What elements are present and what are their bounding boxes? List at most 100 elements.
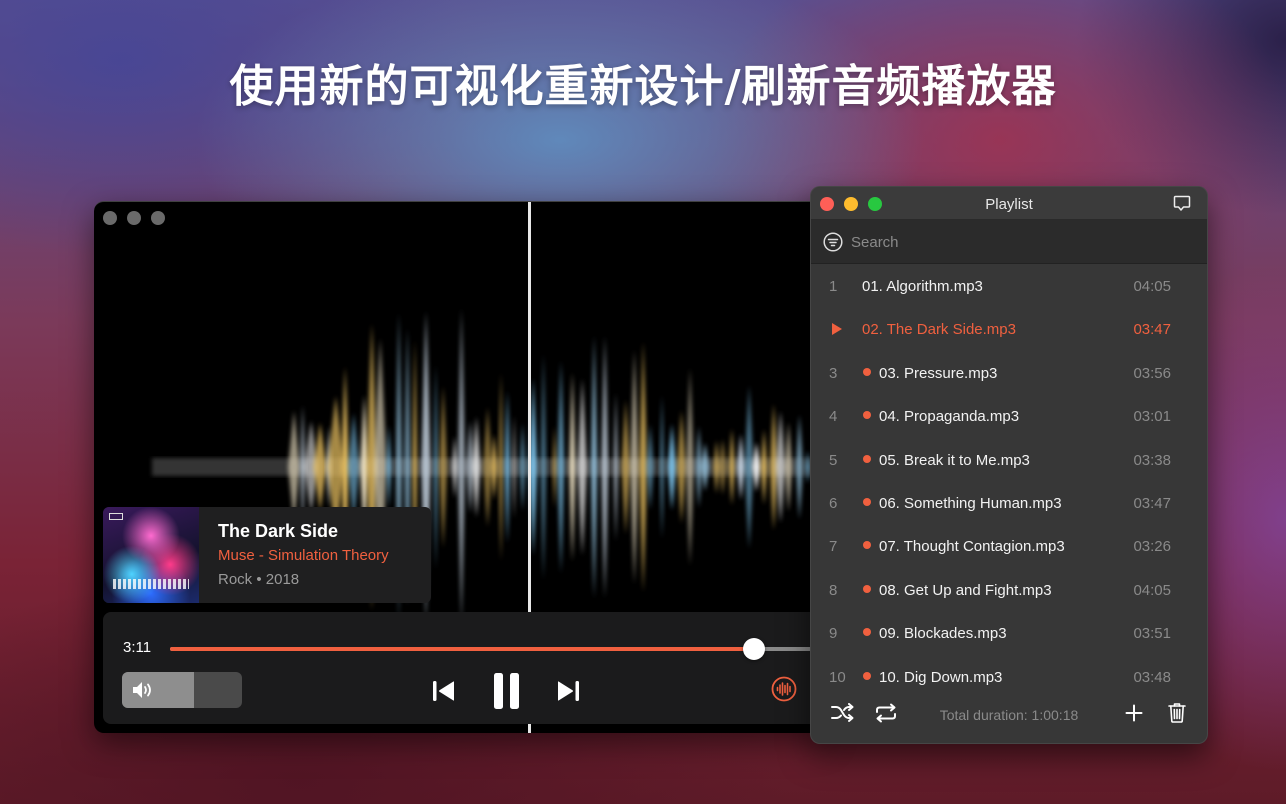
track-duration: 04:05 — [1133, 278, 1171, 295]
track-name: 09. Blockades.mp3 — [879, 625, 1007, 643]
waveform-spike — [439, 385, 448, 549]
plus-icon — [1125, 704, 1143, 722]
playlist-row[interactable]: 9 09. Blockades.mp3 03:51 — [811, 612, 1207, 655]
add-track-button[interactable] — [1125, 704, 1143, 727]
queued-indicator-icon — [863, 541, 871, 550]
waveform-spike — [386, 425, 392, 509]
queued-indicator-icon — [863, 411, 871, 420]
waveform-spike — [458, 308, 465, 626]
track-name: 03. Pressure.mp3 — [879, 364, 998, 382]
seek-bar-knob[interactable] — [743, 638, 766, 660]
album-title-art — [113, 579, 189, 589]
waveform-spike — [667, 423, 677, 511]
waveform-spike — [736, 433, 745, 501]
track-name: 08. Get Up and Fight.mp3 — [879, 581, 1052, 599]
track-name: 04. Propaganda.mp3 — [879, 408, 1020, 426]
filter-icon[interactable] — [823, 232, 843, 252]
waveform-spike — [498, 372, 504, 562]
playlist-row[interactable]: 6 06. Something Human.mp3 03:47 — [811, 482, 1207, 525]
volume-slider[interactable] — [122, 672, 242, 708]
search-input[interactable] — [851, 230, 1151, 254]
playlist-footer: Total duration: 1:00:18 — [811, 689, 1207, 743]
waveform-spike — [577, 378, 588, 556]
track-number: 10 — [829, 668, 846, 686]
playlist-row[interactable]: 02. The Dark Side.mp3 03:47 — [811, 308, 1207, 351]
now-playing-card: The Dark Side Muse - Simulation Theory R… — [103, 507, 431, 603]
elapsed-time: 3:11 — [123, 639, 152, 656]
waveform-spike — [630, 349, 639, 585]
playlist-row[interactable]: 4 04. Propaganda.mp3 03:01 — [811, 395, 1207, 438]
skip-next-icon — [558, 681, 579, 701]
playlist-row[interactable]: 1 01. Algorithm.mp3 04:05 — [811, 265, 1207, 308]
queued-indicator-icon — [863, 367, 871, 376]
window-controls — [103, 211, 165, 225]
waveform-spike — [639, 341, 648, 593]
trash-icon — [1168, 703, 1186, 723]
queued-indicator-icon — [863, 671, 871, 680]
track-artist-album[interactable]: Muse - Simulation Theory — [218, 547, 389, 571]
track-number: 3 — [829, 364, 838, 382]
waveform-spike — [700, 442, 710, 492]
queued-indicator-icon — [863, 584, 871, 593]
waveform-spike — [621, 399, 630, 535]
waveform-spike — [519, 422, 527, 512]
track-name: 06. Something Human.mp3 — [879, 494, 1062, 512]
track-title: The Dark Side — [218, 521, 339, 541]
zoom-button[interactable] — [151, 211, 165, 225]
track-duration: 03:47 — [1133, 494, 1171, 512]
track-number: 8 — [829, 581, 838, 599]
minimize-button[interactable] — [127, 211, 141, 225]
pause-button[interactable] — [493, 672, 521, 710]
track-duration: 04:05 — [1133, 581, 1171, 599]
waveform-spike — [744, 385, 754, 549]
track-duration: 03:51 — [1133, 625, 1171, 643]
album-logo — [109, 513, 123, 520]
waveform-spike — [512, 415, 517, 519]
track-duration: 03:38 — [1133, 451, 1171, 469]
playlist-row[interactable]: 3 03. Pressure.mp3 03:56 — [811, 352, 1207, 395]
total-duration: Total duration: 1:00:18 — [939, 707, 1079, 723]
lyrics-button[interactable] — [1173, 195, 1191, 217]
close-button[interactable] — [103, 211, 117, 225]
previous-track-button[interactable] — [432, 680, 456, 702]
playback-controls: 3:11 — [103, 612, 824, 724]
waveform-spike — [718, 439, 727, 495]
skip-previous-icon — [433, 681, 454, 701]
waveform-spike — [659, 395, 665, 539]
waveform-spike — [313, 422, 327, 512]
waveform-spike — [504, 390, 511, 544]
seek-bar-fill — [170, 647, 755, 651]
waveform-spike — [557, 360, 565, 574]
waveform-spike — [784, 421, 793, 513]
track-number: 4 — [829, 408, 838, 426]
seek-bar[interactable] — [170, 638, 824, 660]
queued-indicator-icon — [863, 628, 871, 637]
waveform-spike — [590, 335, 598, 599]
visualizer-button[interactable] — [771, 676, 797, 702]
waveform-spike — [613, 392, 619, 542]
playlist-row[interactable]: 8 08. Get Up and Fight.mp3 04:05 — [811, 569, 1207, 612]
playlist-row[interactable]: 7 07. Thought Contagion.mp3 03:26 — [811, 525, 1207, 568]
waveform-icon — [771, 676, 797, 702]
now-playing-icon — [832, 323, 842, 336]
delete-track-button[interactable] — [1168, 702, 1186, 728]
track-number: 7 — [829, 538, 838, 556]
playlist-titlebar: Playlist — [811, 187, 1207, 220]
playlist-row[interactable]: 5 05. Break it to Me.mp3 03:38 — [811, 439, 1207, 482]
waveform-spike — [601, 336, 609, 598]
waveform-spike — [472, 416, 481, 518]
track-duration: 03:48 — [1133, 668, 1171, 686]
speech-bubble-icon — [1173, 195, 1191, 211]
waveform-spike — [552, 426, 557, 508]
track-list: 1 01. Algorithm.mp3 04:05 02. The Dark Side… — [811, 265, 1207, 699]
queued-indicator-icon — [863, 497, 871, 506]
track-name: 10. Dig Down.mp3 — [879, 668, 1003, 686]
track-name: 07. Thought Contagion.mp3 — [879, 538, 1065, 556]
pause-icon — [494, 673, 519, 709]
waveform-spike — [686, 368, 694, 566]
next-track-button[interactable] — [556, 680, 580, 702]
track-name: 05. Break it to Me.mp3 — [879, 451, 1030, 469]
waveform-spike — [490, 434, 498, 500]
playlist-window: Playlist 1 01. Algorithm.mp3 04:05 02. The … — [810, 186, 1208, 744]
waveform-spike — [775, 410, 786, 524]
